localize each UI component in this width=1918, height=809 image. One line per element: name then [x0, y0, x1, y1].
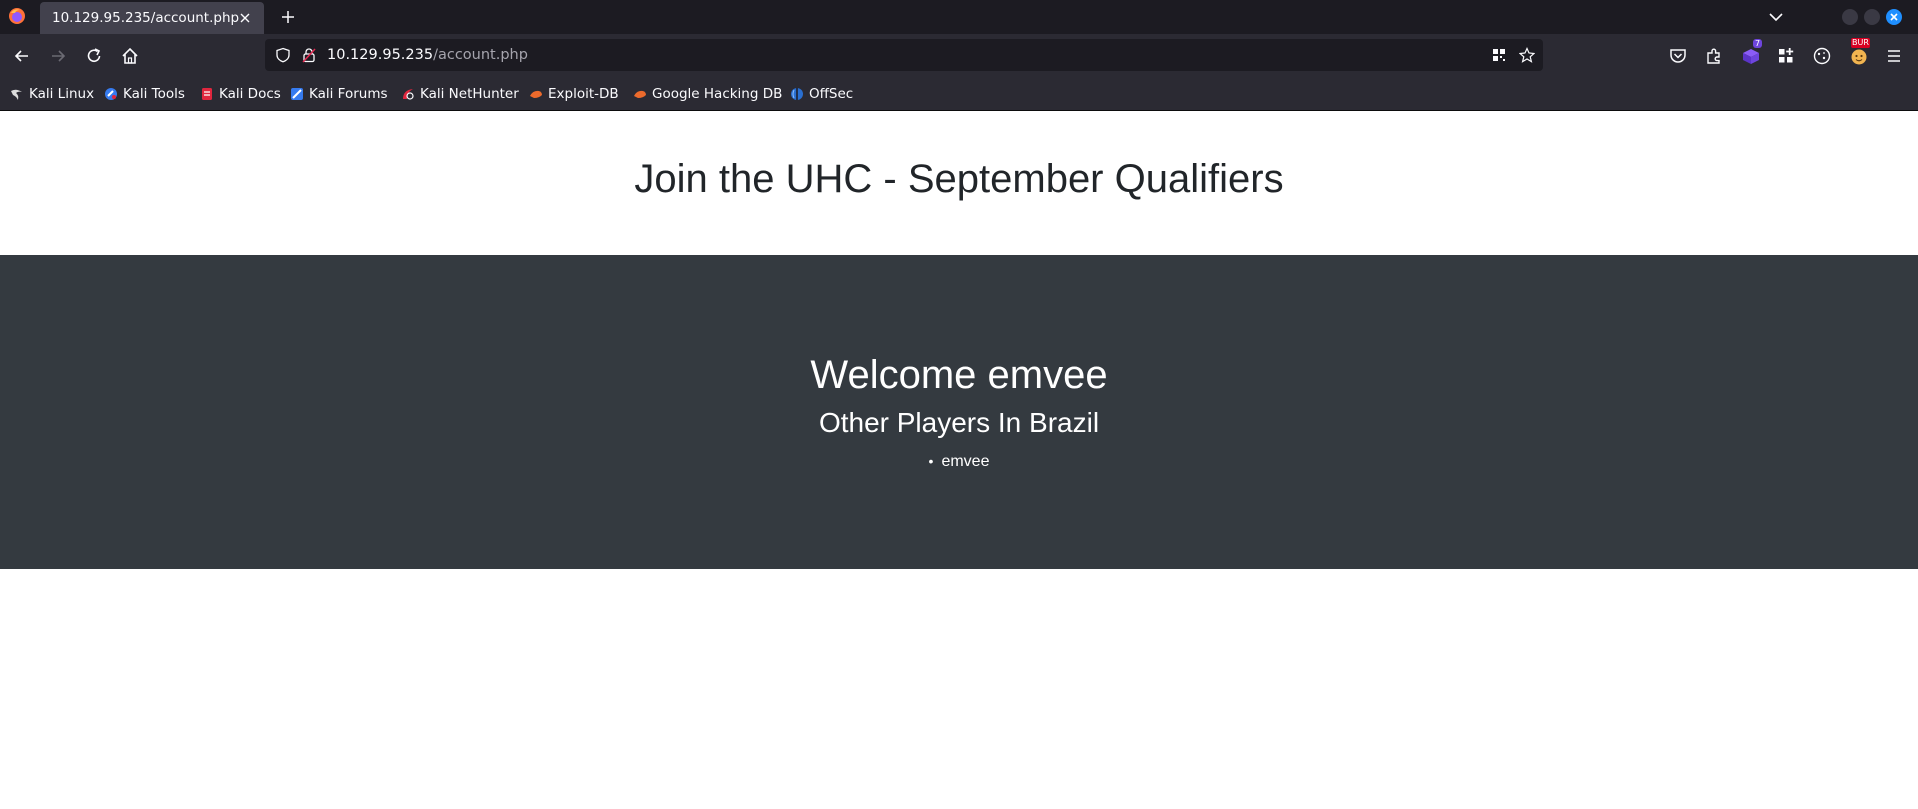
page-header: Join the UHC - September Qualifiers	[0, 111, 1918, 255]
bookmark-exploit-db[interactable]: Exploit-DB	[529, 85, 619, 103]
reload-icon[interactable]	[84, 46, 104, 66]
window-maximize-button[interactable]	[1864, 9, 1880, 25]
bookmark-label: Kali Linux	[29, 86, 95, 102]
shield-icon[interactable]	[275, 47, 291, 63]
window-close-button[interactable]	[1886, 9, 1902, 25]
apps-grid-icon[interactable]	[1776, 46, 1796, 66]
bookmark-label: Google Hacking DB	[652, 86, 783, 102]
new-tab-icon[interactable]	[280, 9, 296, 25]
bookmark-kali-forums[interactable]: Kali Forums	[290, 85, 388, 103]
chevron-down-icon[interactable]	[1768, 10, 1784, 24]
offsec-icon	[791, 88, 803, 100]
extension-count-badge: 7	[1753, 39, 1763, 48]
bookmark-label: Kali NetHunter	[420, 86, 519, 102]
forward-arrow-icon[interactable]	[48, 46, 68, 66]
kali-dragon-icon	[11, 89, 22, 100]
extensions-puzzle-icon[interactable]	[1704, 46, 1724, 66]
nethunter-icon	[403, 89, 414, 100]
burp-extension-button[interactable]: BUR	[1848, 38, 1870, 66]
kali-forums-icon	[291, 88, 303, 100]
bookmark-label: OffSec	[809, 86, 854, 102]
url-path: /account.php	[433, 47, 528, 63]
cookie-extension-icon[interactable]	[1812, 46, 1832, 66]
insecure-lock-icon[interactable]	[301, 47, 317, 63]
bookmark-kali-docs[interactable]: Kali Docs	[200, 85, 281, 103]
list-item: emvee	[929, 453, 989, 471]
player-list: emvee	[0, 451, 1918, 471]
bookmark-kali-linux[interactable]: Kali Linux	[10, 85, 94, 103]
welcome-panel: Welcome emvee Other Players In Brazil em…	[0, 255, 1918, 569]
close-tab-icon[interactable]	[238, 11, 252, 25]
kali-tools-icon	[105, 88, 117, 100]
bookmark-google-hacking-db[interactable]: Google Hacking DB	[633, 85, 782, 103]
pocket-icon[interactable]	[1668, 46, 1688, 66]
home-icon[interactable]	[120, 46, 140, 66]
firefox-logo-icon[interactable]	[8, 7, 26, 25]
hamburger-menu-icon[interactable]	[1884, 46, 1904, 66]
bookmark-label: Kali Forums	[309, 86, 388, 102]
bookmarks-toolbar: Kali Linux Kali Tools Kali Docs Kali For…	[0, 78, 1918, 111]
navigation-bar: 10.129.95.235/account.php 7 BUR	[0, 34, 1918, 78]
url-host: 10.129.95.235	[327, 47, 434, 63]
page-body	[0, 569, 1918, 809]
bookmark-offsec[interactable]: OffSec	[790, 85, 853, 103]
bookmark-label: Kali Docs	[219, 86, 281, 102]
exploit-db-icon	[530, 90, 542, 98]
tab-title: 10.129.95.235/account.php	[52, 10, 240, 26]
welcome-heading: Welcome emvee	[810, 353, 1108, 397]
ghdb-icon	[634, 90, 646, 98]
extension-badge-button[interactable]: 7	[1740, 39, 1763, 66]
close-icon	[1890, 13, 1898, 21]
page-title: Join the UHC - September Qualifiers	[634, 157, 1284, 201]
back-arrow-icon[interactable]	[12, 46, 32, 66]
window-minimize-button[interactable]	[1842, 9, 1858, 25]
tab-active[interactable]: 10.129.95.235/account.php	[40, 2, 264, 34]
address-bar[interactable]: 10.129.95.235/account.php	[265, 39, 1543, 71]
bookmark-label: Exploit-DB	[548, 86, 619, 102]
kali-docs-icon	[202, 88, 212, 100]
tab-strip: 10.129.95.235/account.php	[0, 0, 1918, 34]
qr-code-icon[interactable]	[1491, 47, 1507, 63]
players-subtitle: Other Players In Brazil	[818, 407, 1100, 438]
bookmark-label: Kali Tools	[123, 86, 185, 102]
bookmark-star-icon[interactable]	[1519, 47, 1535, 63]
bur-badge: BUR	[1851, 38, 1870, 48]
url-text[interactable]: 10.129.95.235/account.php	[327, 47, 528, 63]
bookmark-kali-nethunter[interactable]: Kali NetHunter	[401, 85, 519, 103]
bookmark-kali-tools[interactable]: Kali Tools	[104, 85, 185, 103]
